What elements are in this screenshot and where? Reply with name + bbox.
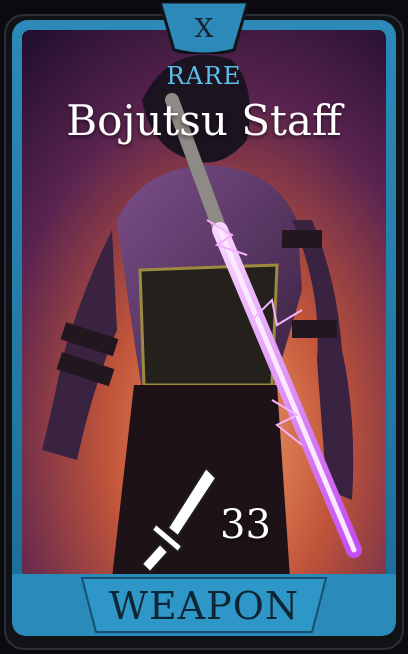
card-type-label: WEAPON: [108, 584, 300, 628]
close-icon: X: [194, 14, 214, 44]
rarity-label: RARE: [166, 62, 242, 90]
item-title: Bojutsu Staff: [66, 96, 342, 145]
item-card: X RARE Bojutsu Staff 33 WEAPON: [0, 0, 408, 654]
close-button[interactable]: X: [160, 2, 248, 54]
power-value: 33: [220, 502, 271, 548]
sword-icon: [140, 466, 218, 574]
